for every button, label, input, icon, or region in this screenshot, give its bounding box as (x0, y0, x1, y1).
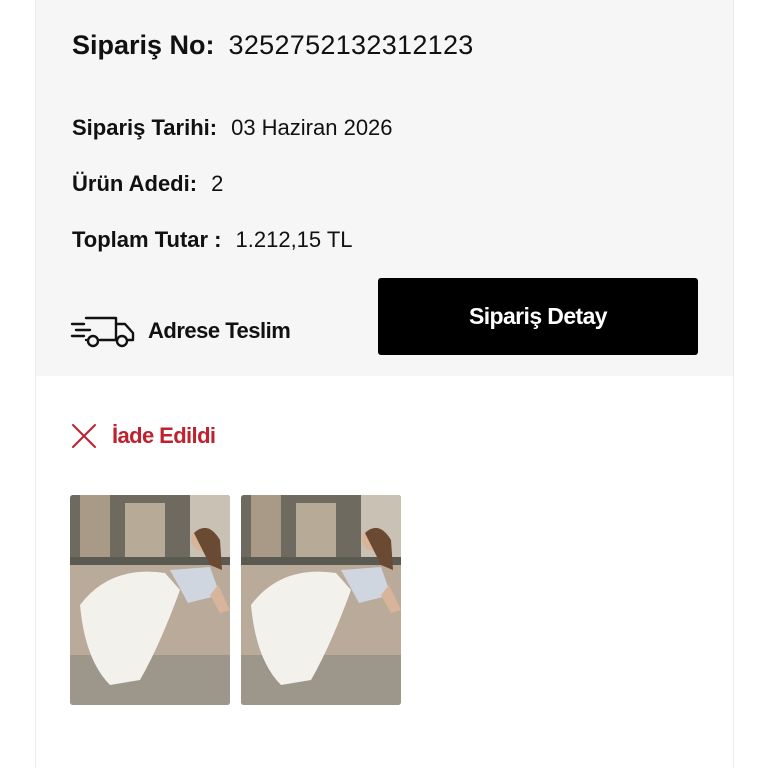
order-card: Sipariş No: 3252752132312123 Sipariş Tari… (35, 0, 734, 768)
order-total-row: Toplam Tutar : 1.212,15 TL (72, 227, 353, 253)
order-total-value: 1.212,15 TL (235, 227, 353, 252)
order-total-label: Toplam Tutar : (72, 227, 222, 252)
order-number-label: Sipariş No: (72, 30, 215, 60)
product-thumbnail[interactable] (241, 495, 401, 705)
product-thumbnails (70, 495, 401, 705)
close-icon (72, 424, 96, 448)
product-thumbnail[interactable] (70, 495, 230, 705)
order-summary: Sipariş No: 3252752132312123 Sipariş Tari… (36, 0, 733, 376)
item-count-row: Ürün Adedi: 2 (72, 171, 223, 197)
item-count-value: 2 (211, 171, 224, 196)
delivery-truck-icon (70, 316, 135, 348)
order-date-value: 03 Haziran 2026 (231, 115, 393, 140)
order-date-row: Sipariş Tarihi: 03 Haziran 2026 (72, 115, 393, 141)
order-detail-button[interactable]: Sipariş Detay (378, 278, 698, 355)
item-count-label: Ürün Adedi: (72, 171, 198, 196)
delivery-method-label: Adrese Teslim (148, 318, 291, 343)
delivery-method: Adrese Teslim (70, 313, 291, 349)
order-status-label: İade Edildi (112, 423, 216, 448)
order-number-value: 3252752132312123 (228, 30, 474, 60)
product-photo-white-dress (241, 495, 401, 705)
order-number-row: Sipariş No: 3252752132312123 (72, 30, 474, 61)
order-status: İade Edildi (70, 421, 216, 451)
order-date-label: Sipariş Tarihi: (72, 115, 218, 140)
product-photo-white-dress (70, 495, 230, 705)
